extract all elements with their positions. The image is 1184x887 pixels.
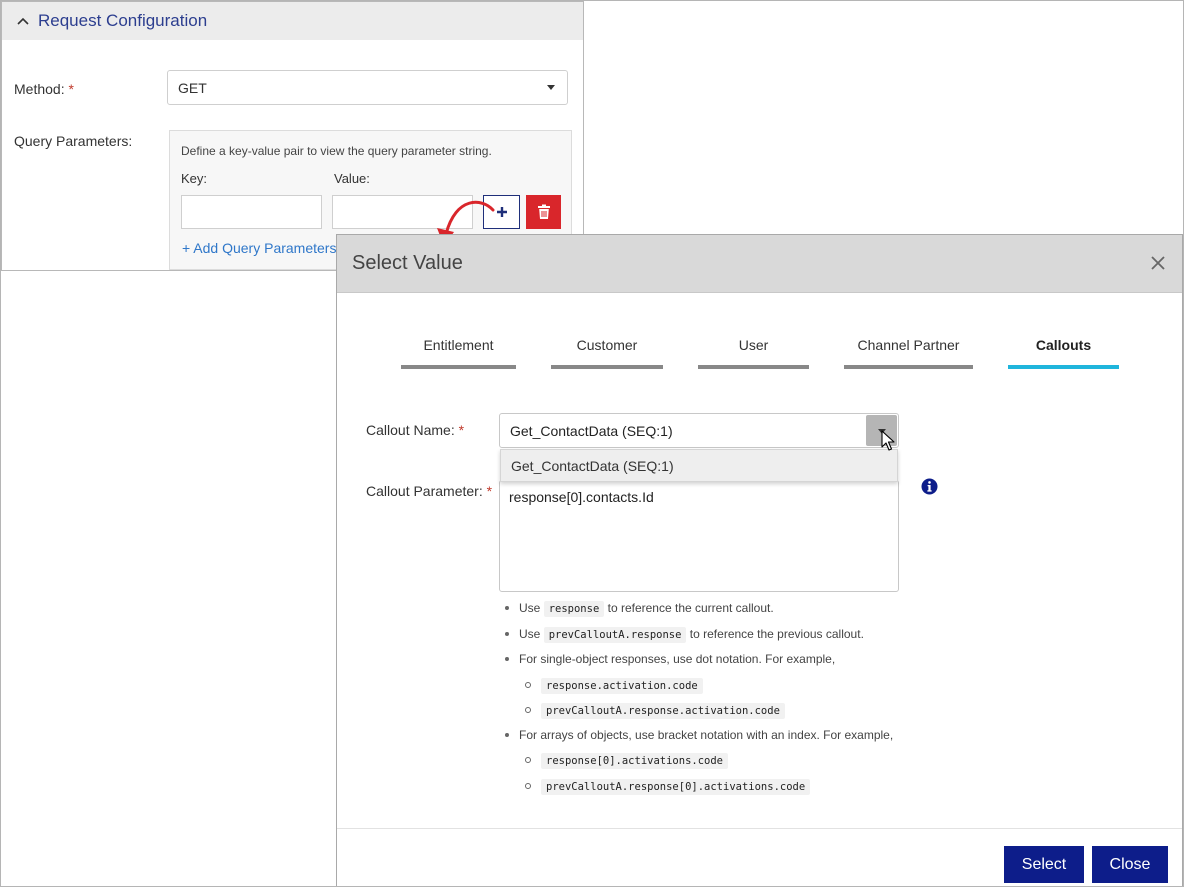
query-parameters-label: Query Parameters:: [14, 133, 133, 149]
key-label: Key:: [181, 171, 208, 186]
method-value: GET: [178, 79, 207, 96]
method-label: Method: *: [14, 81, 74, 97]
tab-label: Entitlement: [423, 337, 494, 353]
mouse-cursor-icon: [881, 430, 895, 451]
list-item: prevCalloutA.response[0].activations.cod…: [525, 779, 811, 795]
hint-text: Use: [519, 627, 541, 641]
method-select[interactable]: GET: [167, 70, 568, 105]
callout-parameter-textarea[interactable]: response[0].contacts.Id: [499, 480, 899, 592]
code-snippet: prevCalloutA.response[0].activations.cod…: [541, 779, 811, 795]
tab-callouts[interactable]: Callouts: [1008, 337, 1119, 369]
hint-text: Use: [519, 601, 541, 615]
panel-header[interactable]: Request Configuration: [2, 2, 583, 40]
bullet: [505, 732, 509, 737]
key-input[interactable]: [181, 195, 322, 229]
list-item: response.activation.code: [525, 678, 703, 694]
caret-down-icon: [547, 85, 555, 90]
tab-user[interactable]: User: [698, 337, 809, 369]
required-mark: *: [486, 483, 493, 499]
hint-text: For arrays of objects, use bracket notat…: [519, 728, 894, 742]
tab-underline: [401, 365, 516, 369]
callout-parameter-label: Callout Parameter: *: [366, 483, 492, 499]
required-mark: *: [458, 422, 465, 438]
chevron-up-icon[interactable]: [16, 14, 30, 28]
hint-text: For single-object responses, use dot not…: [519, 652, 836, 666]
code-snippet: prevCalloutA.response: [543, 627, 687, 643]
tab-underline: [698, 365, 809, 369]
code-snippet: response: [543, 601, 605, 617]
tab-customer[interactable]: Customer: [551, 337, 663, 369]
tab-label: Callouts: [1035, 337, 1092, 353]
required-mark: *: [68, 81, 74, 97]
list-item: For arrays of objects, use bracket notat…: [505, 728, 893, 742]
sub-bullet: [525, 706, 531, 713]
tab-label: Channel Partner: [857, 337, 960, 353]
tab-underline: [844, 365, 973, 369]
modal-header: Select Value: [337, 235, 1182, 293]
modal-footer: Select Close: [337, 828, 1182, 886]
callout-name-select[interactable]: Get_ContactData (SEQ:1): [499, 413, 899, 448]
list-item: prevCalloutA.response.activation.code: [525, 703, 785, 719]
sub-bullet: [525, 756, 531, 763]
modal-title: Select Value: [352, 252, 463, 274]
tab-underline: [551, 365, 663, 369]
list-item: Use prevCalloutA.response to reference t…: [505, 627, 864, 643]
panel-title: Request Configuration: [38, 11, 208, 30]
dropdown-option-label: Get_ContactData (SEQ:1): [511, 457, 674, 474]
add-query-parameters-link[interactable]: + Add Query Parameters: [182, 240, 336, 256]
list-item: For single-object responses, use dot not…: [505, 652, 835, 666]
tab-label: Customer: [576, 337, 638, 353]
callout-parameter-label-text: Callout Parameter:: [366, 483, 483, 499]
select-button[interactable]: Select: [1004, 846, 1084, 883]
select-value-modal: Select Value Entitlement Customer User C…: [336, 234, 1183, 886]
close-icon[interactable]: [1146, 251, 1170, 275]
bullet: [505, 656, 509, 661]
callout-name-label-text: Callout Name:: [366, 422, 455, 438]
callout-name-value: Get_ContactData (SEQ:1): [510, 422, 673, 439]
tab-channel-partner[interactable]: Channel Partner: [844, 337, 973, 369]
sub-bullet: [525, 782, 531, 789]
code-snippet: response.activation.code: [541, 678, 703, 694]
hint-text: to reference the current callout.: [607, 601, 774, 615]
sub-bullet: [525, 681, 531, 688]
method-label-text: Method:: [14, 81, 65, 97]
list-item: Use response to reference the current ca…: [505, 601, 774, 617]
delete-button[interactable]: [526, 195, 561, 229]
info-icon[interactable]: [921, 478, 938, 495]
code-snippet: response[0].activations.code: [541, 753, 729, 769]
tab-underline-active: [1008, 365, 1119, 369]
value-label: Value:: [334, 171, 370, 186]
list-item: response[0].activations.code: [525, 753, 729, 769]
code-snippet: prevCalloutA.response.activation.code: [541, 703, 785, 719]
hint-text: to reference the previous callout.: [689, 627, 864, 641]
query-hint: Define a key-value pair to view the quer…: [181, 144, 492, 158]
close-button[interactable]: Close: [1092, 846, 1168, 883]
callout-dropdown-option[interactable]: Get_ContactData (SEQ:1): [500, 449, 898, 482]
tab-label: User: [738, 337, 769, 353]
bullet: [505, 605, 509, 610]
trash-icon: [537, 204, 550, 219]
tab-entitlement[interactable]: Entitlement: [401, 337, 516, 369]
bullet: [505, 631, 509, 636]
callout-name-label: Callout Name: *: [366, 422, 464, 438]
